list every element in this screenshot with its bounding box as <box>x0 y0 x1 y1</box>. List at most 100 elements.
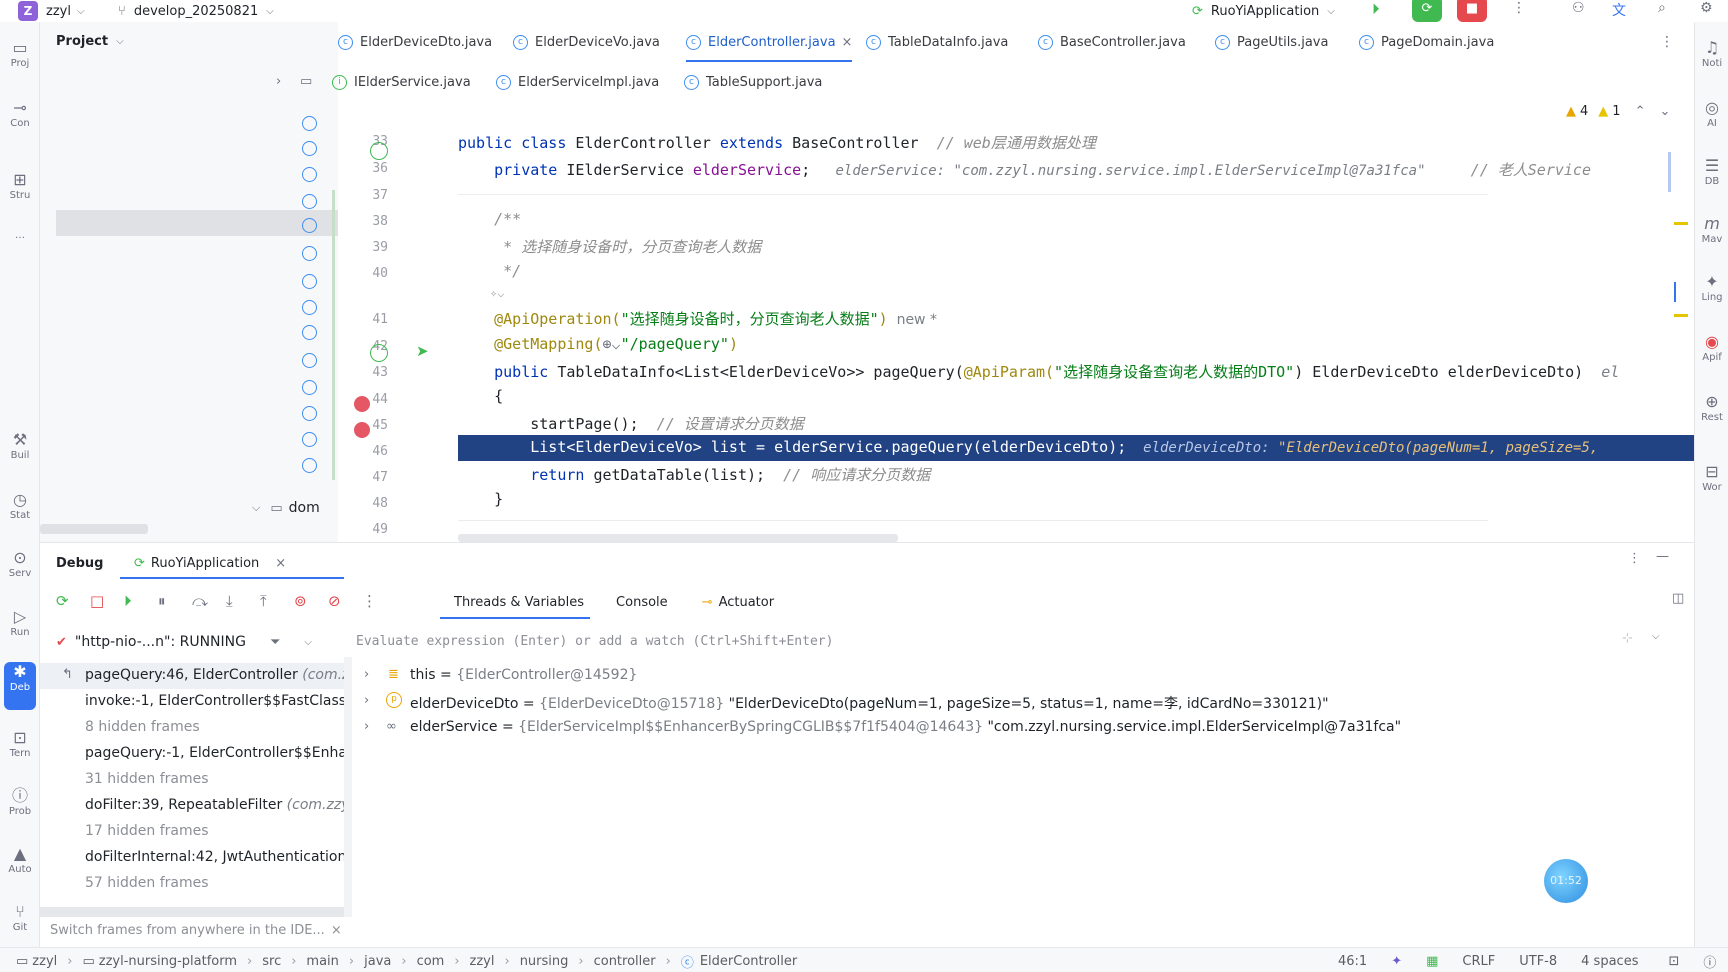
expand-icon[interactable]: › <box>364 693 369 708</box>
translate-icon[interactable]: 文 <box>1612 0 1626 20</box>
tab-elderdevicedto[interactable]: c ElderDeviceDto.java <box>338 22 492 62</box>
frames-horizontal-scrollbar[interactable] <box>40 907 344 917</box>
class-icon[interactable] <box>302 300 317 315</box>
rerun-button[interactable]: ⟳ <box>1412 0 1442 22</box>
breadcrumb-item[interactable]: zzyl-nursing-platform <box>99 954 237 969</box>
tool-word[interactable]: ⊟ Wor <box>1692 462 1728 493</box>
tool-structure[interactable]: ⊞ Stru <box>0 170 40 201</box>
problems-icon[interactable]: ⓘ <box>1703 952 1716 971</box>
tab-ielderservice[interactable]: i IElderService.java <box>332 62 471 102</box>
tool-rest[interactable]: ⊕ Rest <box>1692 392 1728 423</box>
variable-this[interactable]: this = {ElderController@14592} <box>410 667 637 683</box>
hidden-frames-row[interactable]: 57 hidden frames <box>85 875 209 891</box>
tool-git[interactable]: ⑂ Git <box>0 902 40 933</box>
tool-notifications[interactable]: ♫ Noti <box>1692 38 1728 69</box>
filter-icon[interactable]: ⏷ <box>270 635 280 650</box>
file-encoding[interactable]: UTF-8 <box>1519 954 1557 969</box>
ai-doc-icon[interactable]: ✧⌵ <box>490 286 504 300</box>
stop-icon[interactable]: □ <box>90 592 124 610</box>
windows-icon[interactable]: ▦ <box>1426 954 1438 969</box>
tool-statistic[interactable]: ◷ Stat <box>0 490 40 521</box>
resume-icon[interactable]: ⏵ <box>1372 0 1380 18</box>
tab-actuator[interactable]: Actuator <box>713 595 781 610</box>
frame-row[interactable]: doFilter:39, RepeatableFilter (com.zzyl <box>85 797 344 813</box>
frame-row[interactable]: doFilterInternal:42, JwtAuthentication <box>85 849 344 865</box>
tool-terminal[interactable]: ⊡ Tern <box>0 728 40 759</box>
gear-icon[interactable]: ⚙ <box>1700 0 1713 16</box>
more-icon[interactable]: ⋮ <box>1628 551 1641 566</box>
project-panel-header[interactable]: Project ⌵ <box>56 34 124 49</box>
rerun-icon[interactable]: ⟳ <box>56 592 90 610</box>
class-icon[interactable] <box>302 246 317 261</box>
caret-position[interactable]: 46:1 <box>1338 954 1367 969</box>
tool-commit[interactable]: ⊸ Con <box>0 98 40 129</box>
chevron-right-icon[interactable]: › <box>276 74 281 89</box>
tab-tabledatainfo[interactable]: c TableDataInfo.java <box>866 22 1008 62</box>
step-into-icon[interactable]: ⤓ <box>226 592 260 610</box>
chevron-down-icon[interactable]: ⌵ <box>304 637 312 648</box>
class-icon[interactable] <box>302 116 317 131</box>
tool-problems[interactable]: ⓘ Prob <box>0 786 40 817</box>
code-area[interactable]: public class ElderController extends Bas… <box>338 102 1694 542</box>
warning-stripe[interactable] <box>1674 222 1688 225</box>
class-icon[interactable] <box>302 141 317 156</box>
step-out-icon[interactable]: ⤒ <box>260 592 294 610</box>
tab-threads-variables[interactable]: Threads & Variables <box>448 595 590 610</box>
step-over-icon[interactable]: ⤼ <box>192 592 226 610</box>
hidden-frames-row[interactable]: 17 hidden frames <box>85 823 209 839</box>
expand-icon[interactable]: › <box>364 719 369 734</box>
breadcrumb-item[interactable]: controller <box>594 954 656 969</box>
close-icon[interactable]: × <box>275 556 286 571</box>
tool-build[interactable]: ⚒ Buil <box>0 430 40 461</box>
chevron-down-icon[interactable]: ⌵ <box>1652 631 1660 642</box>
stop-button[interactable]: ■ <box>1457 0 1487 22</box>
tab-elderserviceimpl[interactable]: c ElderServiceImpl.java <box>496 62 659 102</box>
indent-setting[interactable]: 4 spaces <box>1581 954 1638 969</box>
horizontal-scrollbar[interactable] <box>458 534 898 542</box>
tool-lingma[interactable]: ✦ Ling <box>1692 272 1728 303</box>
tool-database[interactable]: ☰ DB <box>1692 156 1728 187</box>
tool-debug[interactable]: ✱ Deb <box>4 662 36 710</box>
breadcrumb-item[interactable]: main <box>306 954 338 969</box>
resume-icon[interactable]: ⏵ <box>124 592 158 610</box>
class-icon[interactable] <box>302 218 317 233</box>
line-separator[interactable]: CRLF <box>1462 954 1495 969</box>
scroll-thumb[interactable] <box>1674 282 1688 302</box>
add-watch-icon[interactable]: ⊹ <box>1622 631 1633 646</box>
warning-stripe[interactable] <box>1674 314 1688 317</box>
selected-tree-row[interactable] <box>56 210 338 236</box>
breadcrumb-item[interactable]: src <box>262 954 281 969</box>
class-icon[interactable] <box>302 432 317 447</box>
view-breakpoints-icon[interactable]: ⊚ <box>294 592 328 610</box>
tool-auto[interactable]: ▲ Auto <box>0 844 40 875</box>
thread-selector[interactable]: ✔ "http-nio-...n": RUNNING ⏷ ⌵ <box>56 627 312 657</box>
expand-icon[interactable]: › <box>364 667 369 682</box>
close-icon[interactable]: × <box>331 923 342 938</box>
tree-folder-dom[interactable]: ⌵ ▭ dom <box>252 500 320 516</box>
class-icon[interactable] <box>302 325 317 340</box>
tool-project[interactable]: ▭ Proj <box>0 38 40 69</box>
debug-session-tab[interactable]: ⟳ RuoYiApplication × <box>134 551 286 575</box>
search-icon[interactable]: ⌕ <box>1658 0 1666 16</box>
tool-services[interactable]: ⊙ Serv <box>0 548 40 579</box>
close-icon[interactable]: × <box>842 35 853 50</box>
lock-icon[interactable]: ⊡ <box>1668 954 1679 969</box>
breadcrumb-item[interactable]: zzyl <box>32 954 57 969</box>
more-icon[interactable]: ⋮ <box>362 592 396 610</box>
tab-console[interactable]: Console <box>610 595 674 610</box>
tool-apifox[interactable]: ◉ Apif <box>1692 332 1728 363</box>
globe-icon[interactable]: ⊕⌵ <box>603 335 621 353</box>
variable-elderdevicedto[interactable]: elderDeviceDto = {ElderDeviceDto@15718} … <box>410 693 1329 713</box>
more-icon[interactable]: ⋮ <box>1512 0 1526 16</box>
class-icon[interactable] <box>302 167 317 182</box>
layout-icon[interactable]: ◫ <box>1672 591 1684 606</box>
tab-eldercontroller[interactable]: c ElderController.java × <box>686 22 853 62</box>
class-icon[interactable] <box>302 274 317 289</box>
evaluate-expression-input[interactable]: Evaluate expression (Enter) or add a wat… <box>356 629 1556 655</box>
class-icon[interactable] <box>302 194 317 209</box>
breadcrumb-item[interactable]: ElderController <box>700 954 797 969</box>
breadcrumb-item[interactable]: com <box>417 954 445 969</box>
tab-tablesupport[interactable]: c TableSupport.java <box>684 62 822 102</box>
breadcrumb-item[interactable]: java <box>364 954 391 969</box>
more-icon[interactable]: ⋮ <box>1660 34 1674 50</box>
